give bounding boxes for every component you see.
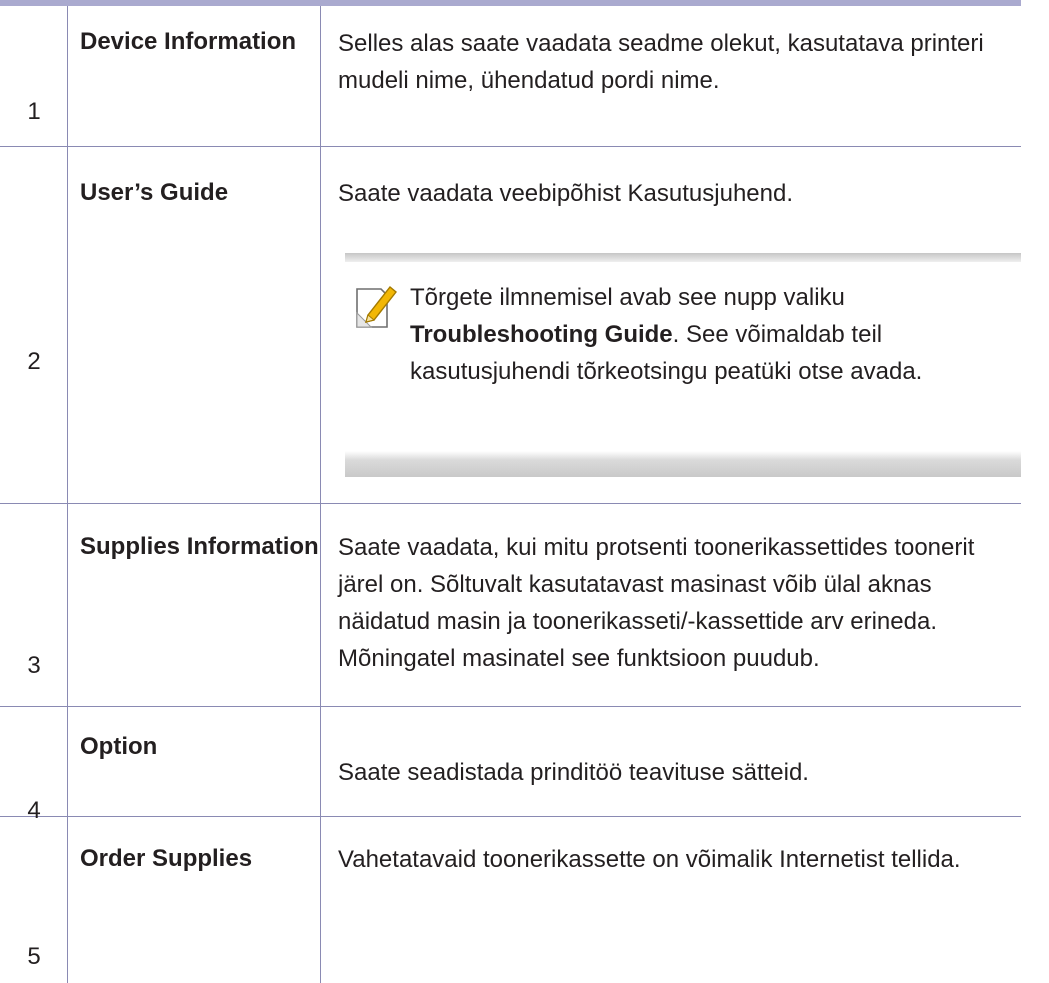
row-term: Order Supplies [80, 845, 253, 872]
note-bottom-bar [345, 451, 1021, 477]
row-description: Selles alas saate vaadata seadme olekut,… [338, 30, 984, 94]
note-text-before: Tõrgete ilmnemisel avab see nupp valiku [410, 284, 845, 311]
note-text-bold: Troubleshooting Guide [410, 321, 673, 348]
column-divider [67, 6, 68, 983]
document-page: 1 Device Information Selles alas saate v… [0, 0, 1049, 983]
note-pencil-icon [354, 283, 398, 331]
row-description: Vahetatavaid toonerikassette on võimalik… [338, 846, 961, 873]
row-number: 1 [27, 98, 41, 125]
row-description: Saate vaadata veebipõhist Kasutusjuhend. [338, 180, 794, 207]
row-term: Supplies Information [80, 533, 319, 560]
row-number: 2 [27, 348, 41, 375]
note-top-bar [345, 253, 1021, 262]
row-term: Device Information [80, 28, 297, 55]
row-number: 4 [27, 797, 41, 824]
row-number: 5 [27, 943, 41, 970]
row-description: Saate seadistada prinditöö teavituse sät… [338, 759, 809, 786]
column-divider [320, 6, 321, 983]
note-text: Tõrgete ilmnemisel avab see nupp valiku … [410, 279, 1015, 390]
row-number: 3 [27, 652, 41, 679]
row-term: Option [80, 733, 158, 760]
row-description: Saate vaadata, kui mitu protsenti tooner… [338, 534, 975, 672]
note-box: Tõrgete ilmnemisel avab see nupp valiku … [345, 253, 1021, 477]
row-term: User’s Guide [80, 179, 229, 206]
